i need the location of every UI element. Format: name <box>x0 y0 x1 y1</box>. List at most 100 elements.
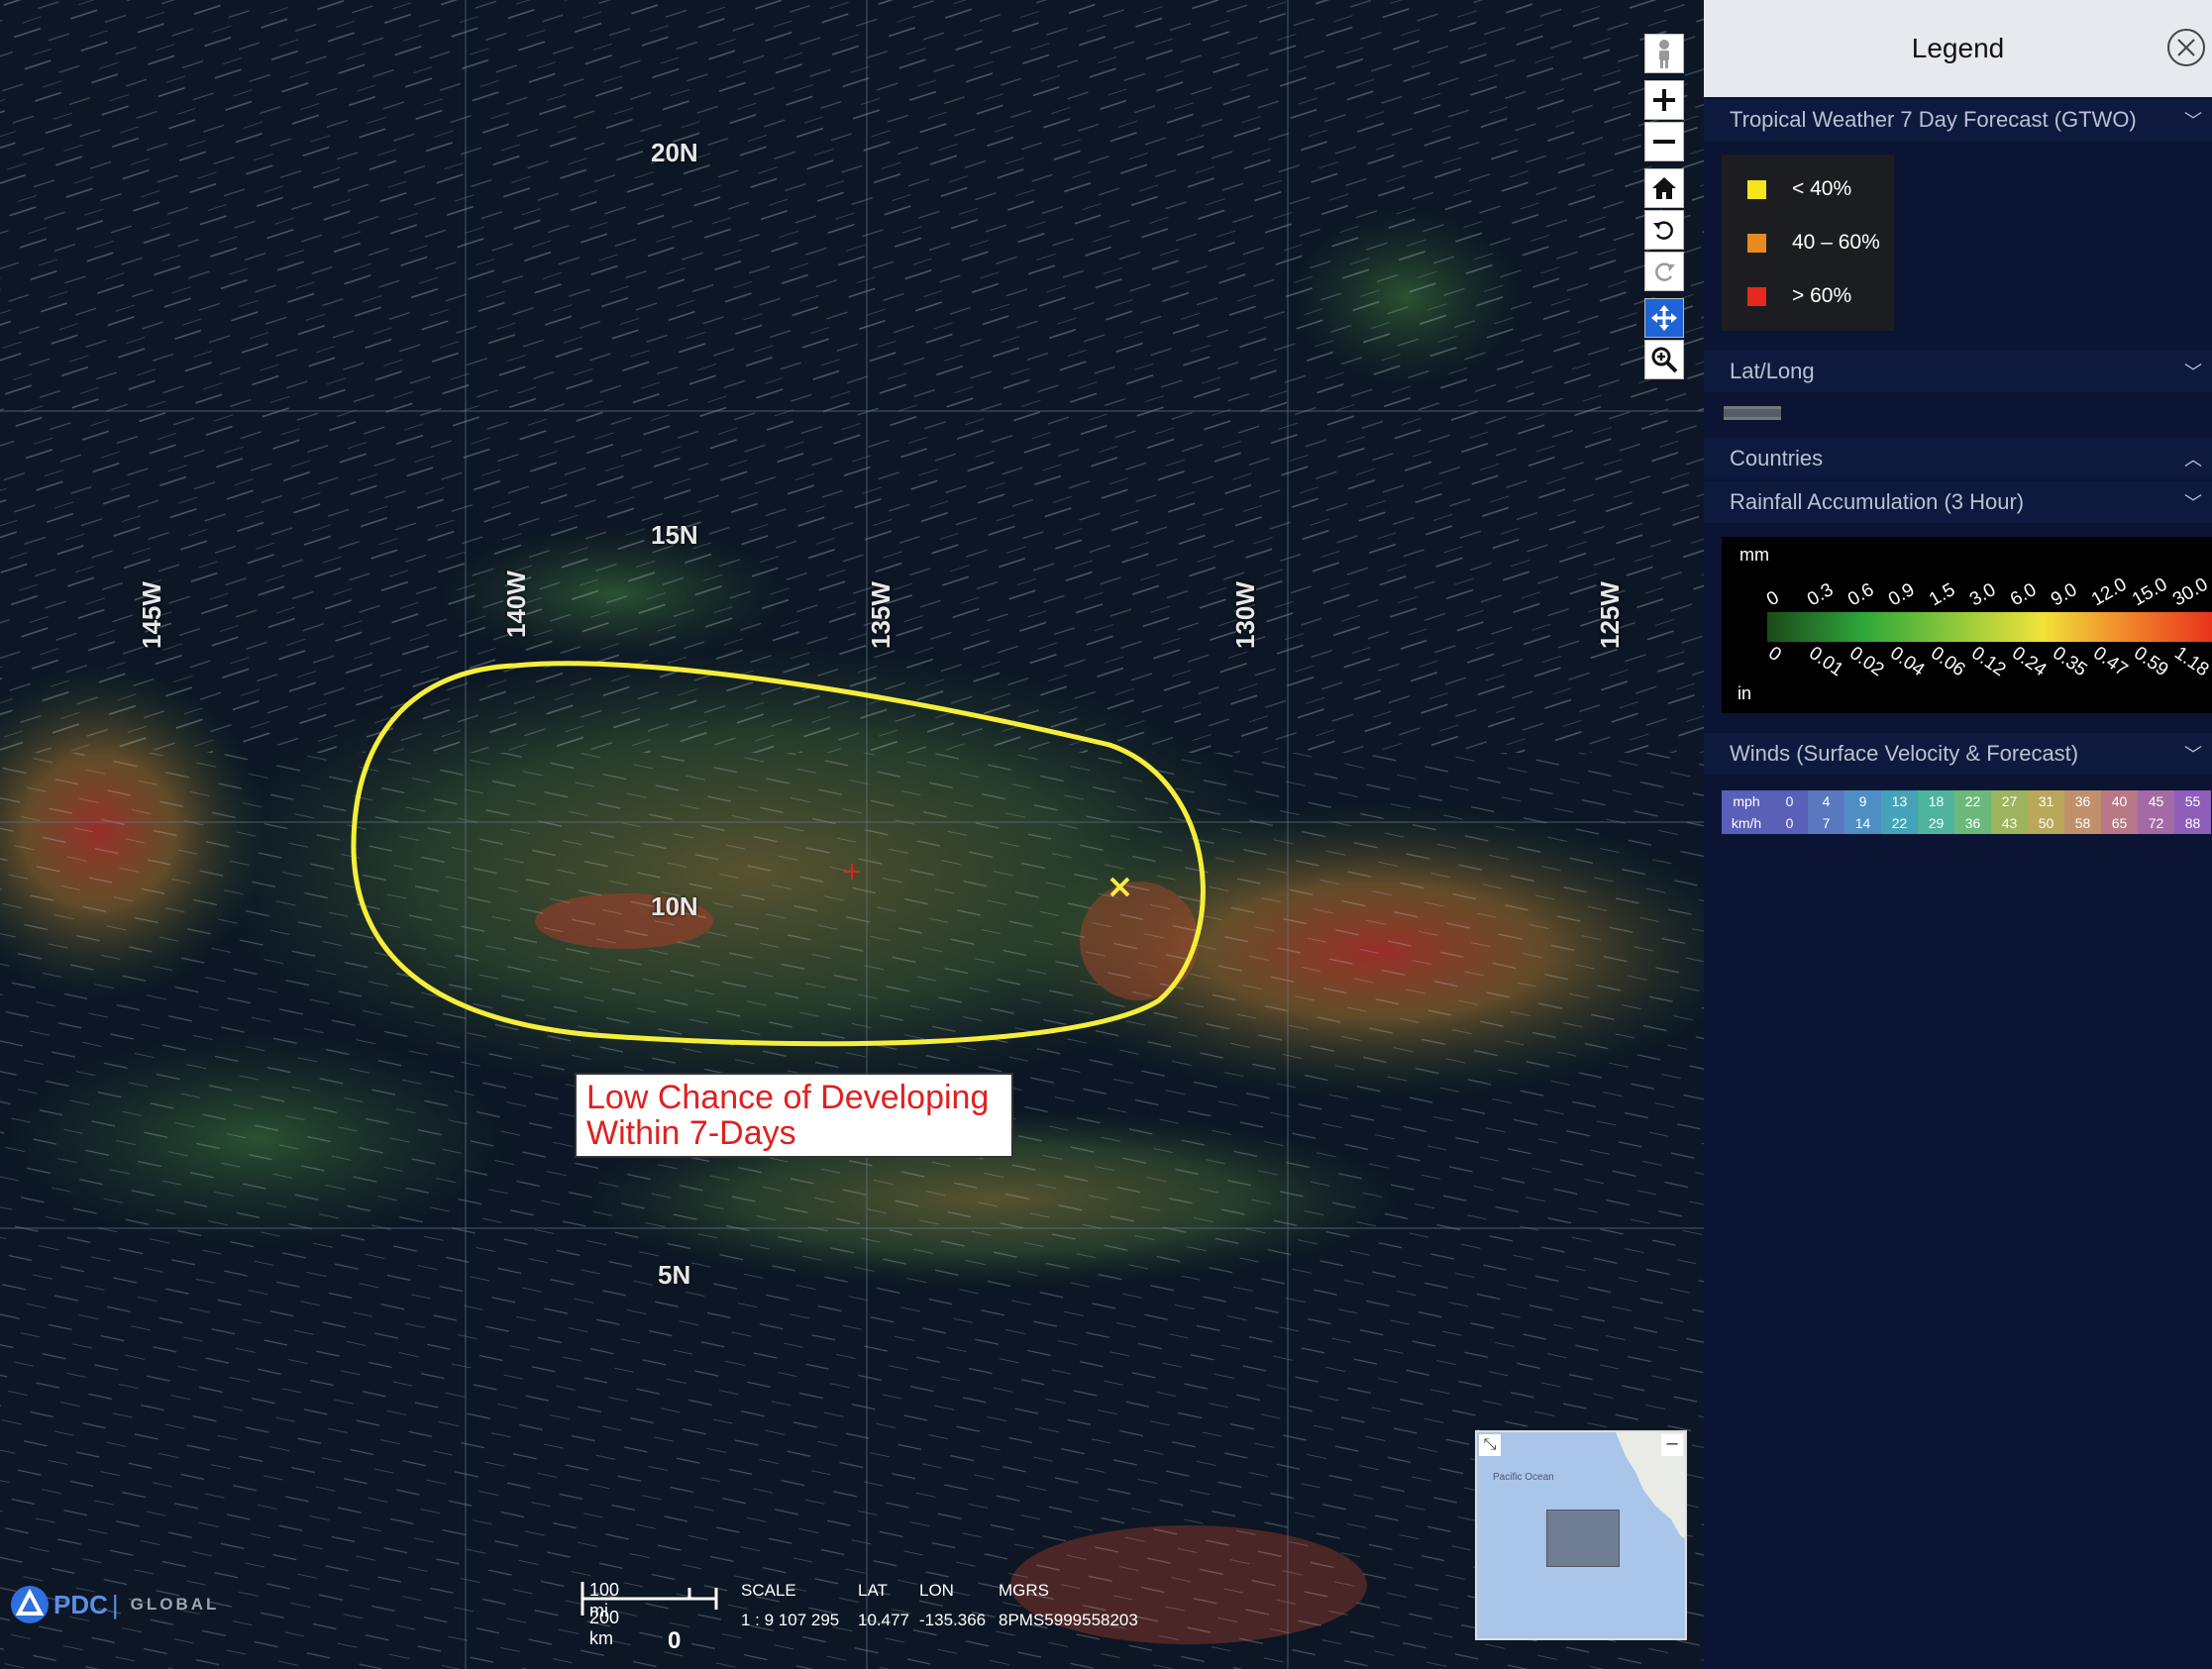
legend-header: Legend <box>1704 0 2212 97</box>
winds-unit-kmh: km/h <box>1722 812 1771 834</box>
zoom-box-button[interactable] <box>1644 340 1684 379</box>
winds-kmh-value: 14 <box>1844 812 1881 834</box>
street-view-button[interactable] <box>1644 34 1684 73</box>
section-label-latlong: Lat/Long <box>1730 359 1815 383</box>
section-label-gtwo: Tropical Weather 7 Day Forecast (GTWO) <box>1730 107 2137 132</box>
legend-section-winds[interactable]: Winds (Surface Velocity & Forecast) ﹀ <box>1704 733 2212 775</box>
chevron-down-icon[interactable]: ﹀ <box>2184 489 2202 515</box>
winds-mph-value: 31 <box>2028 790 2064 812</box>
rain-in-tick: 0.59 <box>2130 643 2171 680</box>
winds-kmh-value: 0 <box>1771 812 1808 834</box>
winds-mph-value: 0 <box>1771 790 1808 812</box>
rain-in-tick: 0.12 <box>1967 643 2009 680</box>
section-label-countries: Countries <box>1730 446 1824 470</box>
rain-in-tick: 0 <box>1764 643 1785 666</box>
rainfall-legend: mm in 0 0.3 0.6 0.9 1.5 3.0 6.0 9.0 12.0 15.0 30.0… <box>1722 537 2212 713</box>
winds-unit-mph: mph <box>1722 790 1771 812</box>
rain-in-tick: 0.24 <box>2008 643 2051 681</box>
rain-mm-tick: 0.3 <box>1804 579 1837 610</box>
zoom-out-button[interactable] <box>1644 122 1684 161</box>
coord-value-mgrs: 8PMS5999558203 <box>999 1611 1138 1629</box>
coord-header-lat: LAT <box>858 1581 888 1600</box>
winds-mph-value: 27 <box>1991 790 2028 812</box>
winds-mph-value: 9 <box>1844 790 1881 812</box>
rain-mm-tick: 0.6 <box>1844 579 1877 610</box>
rain-mm-tick: 30.0 <box>2169 574 2212 611</box>
pan-button[interactable] <box>1644 298 1684 338</box>
gtwo-item-high: > 60% <box>1722 269 1894 323</box>
winds-mph-value: 55 <box>2174 790 2211 812</box>
overview-expand-icon[interactable]: ⤡ <box>1479 1434 1501 1456</box>
person-icon <box>1659 40 1669 68</box>
latlong-line-swatch <box>1724 406 1781 420</box>
legend-section-gtwo[interactable]: Tropical Weather 7 Day Forecast (GTWO) ﹀ <box>1704 99 2212 141</box>
winds-mph-value: 18 <box>1918 790 1954 812</box>
coord-value-lon: -135.366 <box>919 1611 987 1629</box>
rain-in-tick: 0.06 <box>1927 643 1968 680</box>
magnifier-plus-icon <box>1651 347 1678 373</box>
overview-extent-box[interactable] <box>1546 1510 1620 1567</box>
pdc-logo-icon <box>11 1586 49 1623</box>
pdc-global-logo[interactable]: PDC | GLOBAL <box>10 1585 219 1624</box>
rain-mm-tick: 15.0 <box>2129 574 2171 611</box>
map-view[interactable]: 20N 15N 10N 5N 145W 140W 135W 130W 125W … <box>0 0 1704 1669</box>
scale-zero: 0 <box>668 1627 682 1654</box>
rotate-left-button[interactable] <box>1644 210 1684 250</box>
winds-mph-value: 22 <box>1954 790 1991 812</box>
rain-in-tick: 0.01 <box>1805 643 1846 680</box>
winds-kmh-value: 43 <box>1991 812 2028 834</box>
chevron-up-icon[interactable]: ︿ <box>2184 446 2202 471</box>
overview-collapse-icon[interactable]: – <box>1661 1433 1683 1456</box>
rain-mm-tick: 3.0 <box>1966 579 1999 610</box>
legend-section-countries[interactable]: Countries ︿ <box>1704 438 2212 479</box>
coordinate-readout: SCALE LAT LON MGRS 1 : 9 107 295 10.477 … <box>741 1581 1152 1630</box>
coord-value-lat: 10.477 <box>858 1611 909 1629</box>
scale-km: 200 km <box>589 1608 620 1648</box>
winds-mph-value: 4 <box>1808 790 1844 812</box>
close-icon[interactable] <box>2166 28 2206 67</box>
winds-mph-value: 36 <box>2064 790 2101 812</box>
legend-section-rain[interactable]: Rainfall Accumulation (3 Hour) ﹀ <box>1704 481 2212 523</box>
lon-label-125w: 125W <box>1595 581 1625 649</box>
zoom-in-button[interactable] <box>1644 80 1684 120</box>
home-button[interactable] <box>1644 168 1684 208</box>
legend-section-latlong[interactable]: Lat/Long ﹀ <box>1704 351 2212 392</box>
chevron-down-icon[interactable]: ﹀ <box>2184 359 2202 384</box>
chevron-down-icon[interactable]: ﹀ <box>2184 741 2202 767</box>
coord-value-scale: 1 : 9 107 295 <box>741 1611 840 1629</box>
rain-mm-tick: 6.0 <box>2007 579 2040 610</box>
winds-mph-value: 45 <box>2138 790 2174 812</box>
plus-icon <box>1653 89 1675 111</box>
rain-in-tick: 0.47 <box>2089 643 2131 680</box>
gtwo-item-low: < 40% <box>1722 162 1894 216</box>
rotate-left-icon <box>1653 221 1673 240</box>
map-canvas[interactable] <box>0 0 1704 1669</box>
lon-label-130w: 130W <box>1230 581 1260 649</box>
legend-title: Legend <box>1911 33 2005 63</box>
gtwo-label-low: < 40% <box>1792 177 1852 200</box>
callout-line-2: Within 7-Days <box>586 1114 796 1152</box>
winds-kmh-value: 88 <box>2174 812 2211 834</box>
map-toolbar <box>1644 34 1686 381</box>
winds-kmh-value: 29 <box>1918 812 1954 834</box>
pan-arrows-icon <box>1651 305 1677 331</box>
winds-kmh-row: km/h 0 7 14 22 29 36 43 50 58 65 72 88 <box>1722 812 2211 834</box>
overview-ocean-label: Pacific Ocean <box>1493 1472 1554 1483</box>
lon-label-135w: 135W <box>866 581 895 649</box>
lat-label-15n: 15N <box>651 520 698 550</box>
winds-kmh-value: 22 <box>1881 812 1918 834</box>
coord-header-lon: LON <box>919 1581 954 1600</box>
lon-label-140w: 140W <box>501 571 531 638</box>
legend-panel: Legend Tropical Weather 7 Day Forecast (… <box>1704 0 2212 1669</box>
winds-mph-value: 40 <box>2101 790 2138 812</box>
gtwo-label-high: > 60% <box>1792 284 1852 307</box>
rain-in-tick: 0.02 <box>1845 643 1887 680</box>
home-icon <box>1652 177 1676 199</box>
rotate-right-button[interactable] <box>1644 252 1684 291</box>
lat-label-10n: 10N <box>651 891 698 921</box>
swatch-medium <box>1747 233 1766 253</box>
lat-label-5n: 5N <box>658 1260 691 1290</box>
chevron-down-icon[interactable]: ﹀ <box>2184 107 2202 133</box>
overview-map[interactable]: ⤡ – Pacific Ocean <box>1475 1430 1687 1640</box>
rain-mm-tick: 1.5 <box>1926 579 1958 610</box>
